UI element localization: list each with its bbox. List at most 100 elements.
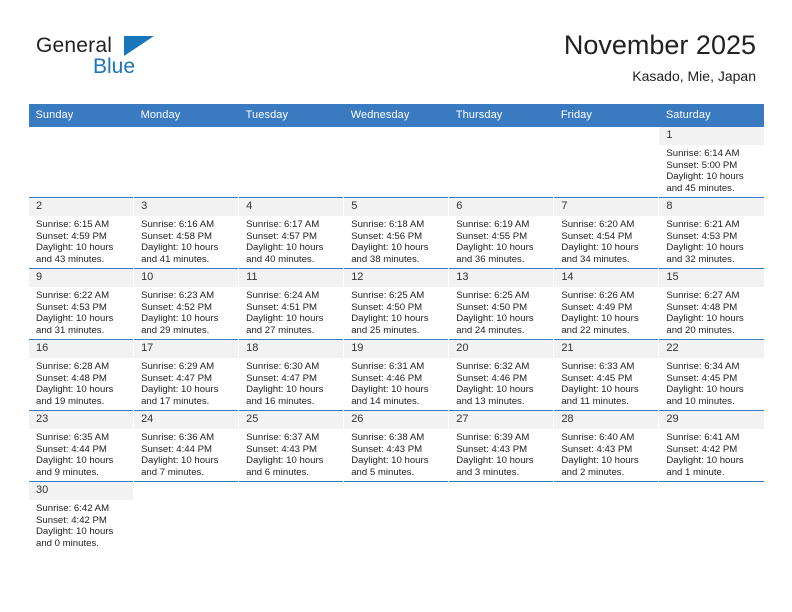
sunset-text: Sunset: 4:44 PM (36, 443, 107, 455)
day-details: Sunrise: 6:21 AM Sunset: 4:53 PM Daylight:… (660, 216, 764, 265)
calendar-day-cell[interactable]: 3 Sunrise: 6:16 AM Sunset: 4:58 PM Daylight… (133, 197, 239, 269)
sunrise-text: Sunrise: 6:34 AM (666, 361, 740, 372)
calendar-day-cell[interactable]: 9 Sunrise: 6:22 AM Sunset: 4:53 PM Daylight… (27, 268, 134, 340)
calendar-day-cell[interactable]: 2 Sunrise: 6:15 AM Sunset: 4:59 PM Daylight… (27, 197, 134, 269)
weekday-header-wednesday: Wednesday (343, 104, 449, 127)
day-12: 12 Sunrise: 6:25 AM Sunset: 4:50 PM Dayligh… (344, 269, 449, 340)
daylight-text: Daylight: 10 hours and 31 minutes. (36, 313, 114, 336)
day-number: 19 (344, 340, 449, 358)
weekday-header-monday: Monday (133, 104, 239, 127)
sunrise-text: Sunrise: 6:16 AM (141, 219, 215, 230)
calendar-day-cell[interactable]: 13 Sunrise: 6:25 AM Sunset: 4:50 PM Dayligh… (448, 268, 554, 340)
day-number: 16 (29, 340, 134, 358)
daylight-text: Daylight: 10 hours and 34 minutes. (561, 242, 639, 265)
calendar-day-cell (27, 126, 134, 198)
calendar-day-cell[interactable]: 12 Sunrise: 6:25 AM Sunset: 4:50 PM Dayligh… (343, 268, 449, 340)
day-number: 22 (659, 340, 764, 358)
calendar-day-cell[interactable]: 30 Sunrise: 6:42 AM Sunset: 4:42 PM Dayligh… (27, 481, 134, 552)
daylight-text: Daylight: 10 hours and 24 minutes. (456, 313, 534, 336)
day-details: Sunrise: 6:40 AM Sunset: 4:43 PM Daylight:… (555, 429, 659, 478)
calendar-day-cell[interactable]: 21 Sunrise: 6:33 AM Sunset: 4:45 PM Dayligh… (553, 339, 659, 411)
day-number: 15 (659, 269, 764, 287)
day-details: Sunrise: 6:37 AM Sunset: 4:43 PM Daylight:… (240, 429, 344, 478)
calendar-day-cell[interactable]: 27 Sunrise: 6:39 AM Sunset: 4:43 PM Dayligh… (448, 410, 554, 482)
calendar-day-cell[interactable]: 22 Sunrise: 6:34 AM Sunset: 4:45 PM Dayligh… (658, 339, 764, 411)
sunrise-text: Sunrise: 6:42 AM (36, 503, 110, 514)
day-number: 30 (29, 482, 134, 500)
day-number: 23 (29, 411, 134, 429)
day-details: Sunrise: 6:31 AM Sunset: 4:46 PM Daylight:… (345, 358, 449, 407)
sunset-text: Sunset: 4:48 PM (666, 301, 738, 313)
daylight-text: Daylight: 10 hours and 9 minutes. (36, 455, 114, 478)
sunset-text: Sunset: 4:53 PM (666, 230, 738, 242)
day-13: 13 Sunrise: 6:25 AM Sunset: 4:50 PM Dayligh… (449, 269, 554, 340)
day-number: 8 (659, 198, 764, 216)
sunrise-text: Sunrise: 6:17 AM (246, 219, 320, 230)
calendar-day-cell[interactable]: 28 Sunrise: 6:40 AM Sunset: 4:43 PM Dayligh… (553, 410, 659, 482)
day-1: 1 Sunrise: 6:14 AM Sunset: 5:00 PM Daylight… (659, 127, 764, 198)
sunrise-text: Sunrise: 6:41 AM (666, 432, 740, 443)
day-11: 11 Sunrise: 6:24 AM Sunset: 4:51 PM Dayligh… (239, 269, 344, 340)
sunrise-text: Sunrise: 6:29 AM (141, 361, 215, 372)
sunrise-text: Sunrise: 6:28 AM (36, 361, 110, 372)
day-22: 22 Sunrise: 6:34 AM Sunset: 4:45 PM Dayligh… (659, 340, 764, 411)
calendar-day-cell[interactable]: 14 Sunrise: 6:26 AM Sunset: 4:49 PM Dayligh… (553, 268, 659, 340)
calendar-day-cell[interactable]: 10 Sunrise: 6:23 AM Sunset: 4:52 PM Dayligh… (133, 268, 239, 340)
day-number: 2 (29, 198, 134, 216)
day-4: 4 Sunrise: 6:17 AM Sunset: 4:57 PM Daylight… (239, 198, 344, 269)
day-details: Sunrise: 6:41 AM Sunset: 4:42 PM Daylight:… (660, 429, 764, 478)
day-number: 10 (134, 269, 239, 287)
calendar-body: 1 Sunrise: 6:14 AM Sunset: 5:00 PM Daylight… (27, 126, 764, 552)
daylight-text: Daylight: 10 hours and 2 minutes. (561, 455, 639, 478)
calendar-day-cell[interactable]: 18 Sunrise: 6:30 AM Sunset: 4:47 PM Dayligh… (238, 339, 344, 411)
sunset-text: Sunset: 4:45 PM (666, 372, 738, 384)
sunrise-text: Sunrise: 6:31 AM (351, 361, 425, 372)
calendar-day-cell[interactable]: 17 Sunrise: 6:29 AM Sunset: 4:47 PM Dayligh… (133, 339, 239, 411)
sunset-text: Sunset: 5:00 PM (666, 159, 738, 171)
daylight-text: Daylight: 10 hours and 14 minutes. (351, 384, 429, 407)
sunset-text: Sunset: 4:42 PM (666, 443, 738, 455)
calendar-day-cell[interactable]: 23 Sunrise: 6:35 AM Sunset: 4:44 PM Dayligh… (27, 410, 134, 482)
calendar-day-cell[interactable]: 8 Sunrise: 6:21 AM Sunset: 4:53 PM Daylight… (658, 197, 764, 269)
brand-name-blue: Blue (93, 55, 136, 78)
day-details: Sunrise: 6:25 AM Sunset: 4:50 PM Daylight:… (345, 287, 449, 336)
calendar-day-cell (553, 126, 659, 198)
day-number: 28 (554, 411, 659, 429)
calendar-day-cell[interactable]: 15 Sunrise: 6:27 AM Sunset: 4:48 PM Dayligh… (658, 268, 764, 340)
day-details: Sunrise: 6:35 AM Sunset: 4:44 PM Daylight:… (30, 429, 134, 478)
day-details: Sunrise: 6:26 AM Sunset: 4:49 PM Daylight:… (555, 287, 659, 336)
calendar-day-cell[interactable]: 4 Sunrise: 6:17 AM Sunset: 4:57 PM Daylight… (238, 197, 344, 269)
empty-day (345, 482, 449, 552)
day-number (240, 128, 344, 146)
sunset-text: Sunset: 4:48 PM (36, 372, 107, 384)
calendar-day-cell[interactable]: 7 Sunrise: 6:20 AM Sunset: 4:54 PM Daylight… (553, 197, 659, 269)
empty-day (555, 128, 659, 198)
sunset-text: Sunset: 4:45 PM (561, 372, 633, 384)
calendar-day-cell[interactable]: 5 Sunrise: 6:18 AM Sunset: 4:56 PM Daylight… (343, 197, 449, 269)
day-number: 25 (239, 411, 344, 429)
calendar-day-cell[interactable]: 26 Sunrise: 6:38 AM Sunset: 4:43 PM Dayligh… (343, 410, 449, 482)
calendar-day-cell[interactable]: 1 Sunrise: 6:14 AM Sunset: 5:00 PM Daylight… (658, 126, 764, 198)
empty-day (240, 482, 344, 552)
sunset-text: Sunset: 4:43 PM (351, 443, 423, 455)
day-details: Sunrise: 6:23 AM Sunset: 4:52 PM Daylight:… (135, 287, 239, 336)
calendar-day-cell[interactable]: 11 Sunrise: 6:24 AM Sunset: 4:51 PM Dayligh… (238, 268, 344, 340)
calendar-day-cell[interactable]: 25 Sunrise: 6:37 AM Sunset: 4:43 PM Dayligh… (238, 410, 344, 482)
sunrise-text: Sunrise: 6:15 AM (36, 219, 110, 230)
empty-day (450, 128, 554, 198)
sunrise-text: Sunrise: 6:32 AM (456, 361, 530, 372)
calendar-week-row: 30 Sunrise: 6:42 AM Sunset: 4:42 PM Dayligh… (27, 481, 764, 552)
day-number: 7 (554, 198, 659, 216)
day-details: Sunrise: 6:36 AM Sunset: 4:44 PM Daylight:… (135, 429, 239, 478)
calendar-day-cell[interactable]: 29 Sunrise: 6:41 AM Sunset: 4:42 PM Dayligh… (658, 410, 764, 482)
calendar-day-cell[interactable]: 24 Sunrise: 6:36 AM Sunset: 4:44 PM Dayligh… (133, 410, 239, 482)
calendar-day-cell[interactable]: 19 Sunrise: 6:31 AM Sunset: 4:46 PM Dayligh… (343, 339, 449, 411)
day-number: 4 (239, 198, 344, 216)
calendar-day-cell[interactable]: 20 Sunrise: 6:32 AM Sunset: 4:46 PM Dayligh… (448, 339, 554, 411)
sunrise-text: Sunrise: 6:14 AM (666, 148, 740, 159)
calendar-day-cell[interactable]: 6 Sunrise: 6:19 AM Sunset: 4:55 PM Daylight… (448, 197, 554, 269)
daylight-text: Daylight: 10 hours and 29 minutes. (141, 313, 219, 336)
brand-logo[interactable]: General Blue (36, 34, 216, 90)
calendar-day-cell[interactable]: 16 Sunrise: 6:28 AM Sunset: 4:48 PM Dayligh… (27, 339, 134, 411)
daylight-text: Daylight: 10 hours and 11 minutes. (561, 384, 639, 407)
